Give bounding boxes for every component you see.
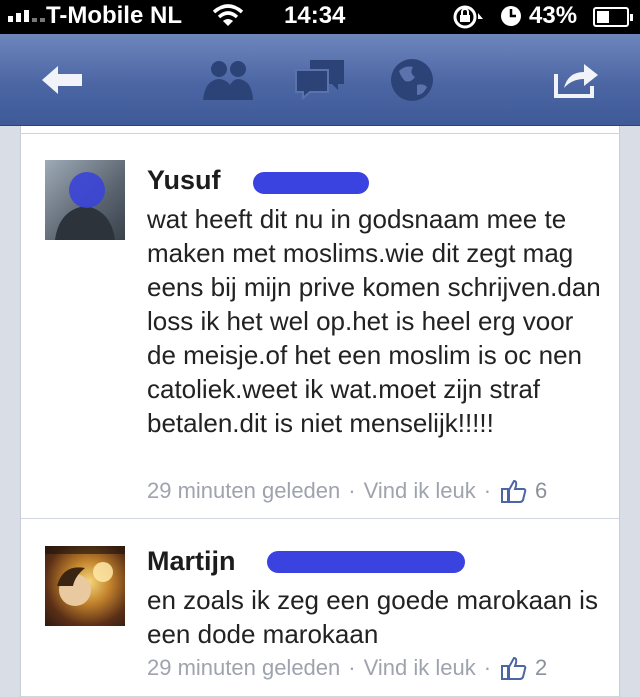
meta-separator: ·	[348, 655, 356, 680]
messages-icon[interactable]	[292, 56, 348, 104]
comment-feed[interactable]: Yusuf wat heeft dit nu in godsnaam mee t…	[0, 126, 640, 697]
back-arrow-icon[interactable]	[34, 56, 90, 104]
like-link[interactable]: Vind ik leuk	[364, 478, 476, 504]
globe-icon[interactable]	[384, 56, 440, 104]
like-count: 2	[535, 655, 548, 680]
status-bar: T-Mobile NL 14:34 43%	[0, 0, 640, 34]
redacted-surname	[267, 551, 465, 573]
share-icon[interactable]	[548, 56, 604, 104]
battery-icon	[593, 7, 633, 27]
meta-separator: ·	[483, 655, 492, 680]
meta-separator: ·	[483, 478, 492, 503]
meta-separator: ·	[348, 478, 356, 503]
clock-time: 14:34	[284, 2, 346, 29]
like-link[interactable]: Vind ik leuk	[364, 655, 476, 681]
signal-strength-icon	[8, 10, 45, 22]
comment-text: wat heeft dit nu in godsnaam mee te make…	[147, 204, 601, 438]
previous-card-bottom	[20, 126, 620, 134]
avatar[interactable]	[45, 160, 125, 240]
wifi-icon	[212, 4, 244, 35]
battery-percentage: 43%	[529, 2, 578, 29]
comment-meta: 29 minuten geleden · Vind ik leuk · 2	[147, 655, 547, 681]
navigation-bar	[0, 34, 640, 126]
comment-meta: 29 minuten geleden · Vind ik leuk · 6	[147, 478, 547, 504]
comment-item: Martijn en zoals ik zeg een goede maroka…	[21, 519, 619, 697]
comments-card: Yusuf wat heeft dit nu in godsnaam mee t…	[20, 134, 620, 697]
rotation-lock-icon	[452, 4, 492, 37]
redacted-surname	[253, 172, 369, 194]
comment-timestamp: 29 minuten geleden	[147, 478, 341, 503]
thumbs-up-icon	[501, 479, 527, 503]
avatar[interactable]	[45, 546, 125, 626]
friends-icon[interactable]	[200, 56, 256, 104]
comment-item: Yusuf wat heeft dit nu in godsnaam mee t…	[21, 134, 619, 519]
comment-timestamp: 29 minuten geleden	[147, 655, 341, 680]
comment-text: en zoals ik zeg een goede marokaan is ee…	[147, 585, 598, 649]
like-count: 6	[535, 478, 548, 503]
carrier-name: T-Mobile NL	[46, 2, 182, 29]
thumbs-up-icon	[501, 656, 527, 680]
alarm-clock-icon	[500, 5, 522, 34]
comment-author[interactable]: Yusuf	[147, 165, 221, 196]
comment-author[interactable]: Martijn	[147, 546, 236, 577]
